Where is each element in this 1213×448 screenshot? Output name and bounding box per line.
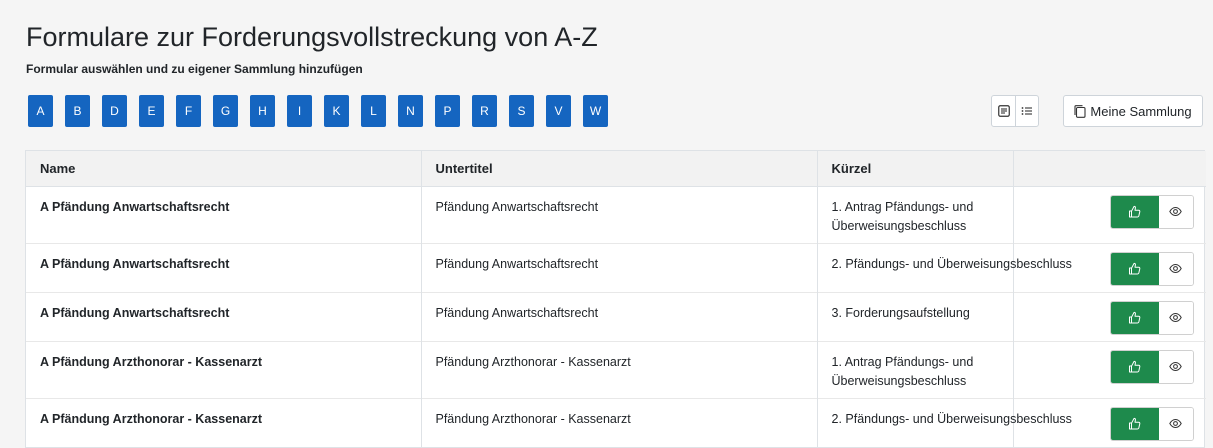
add-to-collection-button[interactable] — [1110, 301, 1159, 334]
eye-icon — [1169, 418, 1182, 429]
row-action-group — [1109, 300, 1194, 335]
page-subtitle: Formular auswählen und zu eigener Sammlu… — [26, 62, 363, 76]
table-row: A Pfändung Arzthonorar - Kassenarzt Pfän… — [26, 397, 1206, 447]
kuerzel-line: Überweisungsbeschluss — [831, 218, 967, 233]
cell-kuerzel: 1. Antrag Pfändungs- und Überweisungsbes… — [817, 185, 1014, 243]
add-to-collection-button[interactable] — [1110, 252, 1159, 285]
eye-icon — [1169, 263, 1182, 274]
column-header-kuerzel: Kürzel — [817, 151, 1014, 187]
page: Formulare zur Forderungsvollstreckung vo… — [8, 0, 1213, 448]
row-action-group — [1109, 406, 1194, 441]
kuerzel-line: 1. Antrag Pfändungs- und — [831, 354, 974, 369]
kuerzel-line: 1. Antrag Pfändungs- und — [831, 199, 974, 214]
column-header-untertitel: Untertitel — [421, 151, 818, 187]
letter-button-n[interactable]: N — [398, 95, 423, 127]
letter-button-e[interactable]: E — [139, 95, 164, 127]
letter-button-w[interactable]: W — [583, 95, 608, 127]
cell-kuerzel: 1. Antrag Pfändungs- und Überweisungsbes… — [817, 340, 1014, 398]
preview-button[interactable] — [1158, 407, 1193, 440]
thumbs-up-icon — [1129, 360, 1141, 373]
letter-button-a[interactable]: A — [28, 95, 53, 127]
letter-button-l[interactable]: L — [361, 95, 386, 127]
letter-button-v[interactable]: V — [546, 95, 571, 127]
alphabet-filter: A B D E F G H I K L N P R S V W — [28, 95, 620, 127]
eye-icon — [1169, 206, 1182, 217]
cell-subtitle: Pfändung Anwartschaftsrecht — [421, 242, 818, 292]
thumbs-up-icon — [1129, 205, 1141, 218]
kuerzel-line: 2. Pfändungs- und Überweisungsbeschluss — [831, 411, 1072, 426]
add-to-collection-button[interactable] — [1110, 195, 1159, 228]
cell-actions — [1013, 291, 1206, 341]
preview-button[interactable] — [1158, 350, 1193, 383]
letter-button-p[interactable]: P — [435, 95, 460, 127]
cell-name: A Pfändung Arzthonorar - Kassenarzt — [26, 340, 422, 398]
cell-actions — [1013, 340, 1206, 398]
letter-button-g[interactable]: G — [213, 95, 238, 127]
card-view-button[interactable] — [992, 96, 1015, 126]
forms-table: Name Untertitel Kürzel A Pfändung Anwart… — [25, 150, 1206, 448]
page-title: Formulare zur Forderungsvollstreckung vo… — [26, 22, 598, 52]
copy-icon — [1074, 104, 1086, 118]
cell-kuerzel: 2. Pfändungs- und Überweisungsbeschluss — [817, 242, 1072, 292]
table-row: A Pfändung Anwartschaftsrecht Pfändung A… — [26, 242, 1206, 292]
preview-button[interactable] — [1158, 301, 1193, 334]
preview-button[interactable] — [1158, 195, 1193, 228]
my-collection-label: Meine Sammlung — [1090, 103, 1192, 119]
kuerzel-line: 2. Pfändungs- und Überweisungsbeschluss — [831, 256, 1072, 271]
cell-kuerzel: 2. Pfändungs- und Überweisungsbeschluss — [817, 397, 1072, 447]
add-to-collection-button[interactable] — [1110, 407, 1159, 440]
cell-actions — [1013, 185, 1206, 243]
table-header-row: Name Untertitel Kürzel — [26, 151, 1206, 187]
letter-button-h[interactable]: H — [250, 95, 275, 127]
row-action-group — [1109, 194, 1194, 229]
cell-subtitle: Pfändung Arzthonorar - Kassenarzt — [421, 397, 818, 447]
thumbs-up-icon — [1129, 417, 1141, 430]
eye-icon — [1169, 312, 1182, 323]
view-toggle-group — [991, 95, 1039, 127]
eye-icon — [1169, 361, 1182, 372]
column-header-name: Name — [26, 151, 422, 187]
add-to-collection-button[interactable] — [1110, 350, 1159, 383]
card-view-icon — [997, 105, 1010, 117]
list-view-button[interactable] — [1015, 96, 1038, 126]
table-row: A Pfändung Anwartschaftsrecht Pfändung A… — [26, 291, 1206, 341]
letter-button-b[interactable]: B — [65, 95, 90, 127]
column-header-actions — [1013, 151, 1206, 187]
cell-subtitle: Pfändung Arzthonorar - Kassenarzt — [421, 340, 818, 398]
cell-subtitle: Pfändung Anwartschaftsrecht — [421, 291, 818, 341]
preview-button[interactable] — [1158, 252, 1193, 285]
letter-button-f[interactable]: F — [176, 95, 201, 127]
thumbs-up-icon — [1129, 262, 1141, 275]
letter-button-s[interactable]: S — [509, 95, 534, 127]
row-action-group — [1109, 251, 1194, 286]
kuerzel-line: Überweisungsbeschluss — [831, 373, 967, 388]
letter-button-r[interactable]: R — [472, 95, 497, 127]
cell-name: A Pfändung Arzthonorar - Kassenarzt — [26, 397, 422, 447]
row-action-group — [1109, 349, 1194, 384]
letter-button-k[interactable]: K — [324, 95, 349, 127]
cell-name: A Pfändung Anwartschaftsrecht — [26, 291, 422, 341]
cell-name: A Pfändung Anwartschaftsrecht — [26, 242, 422, 292]
letter-button-d[interactable]: D — [102, 95, 127, 127]
table-row: A Pfändung Arzthonorar - Kassenarzt Pfän… — [26, 340, 1206, 398]
cell-subtitle: Pfändung Anwartschaftsrecht — [421, 185, 818, 243]
cell-kuerzel: 3. Forderungsaufstellung — [817, 291, 1014, 341]
cell-name: A Pfändung Anwartschaftsrecht — [26, 185, 422, 243]
thumbs-up-icon — [1129, 311, 1141, 324]
letter-button-i[interactable]: I — [287, 95, 312, 127]
table-row: A Pfändung Anwartschaftsrecht Pfändung A… — [26, 185, 1206, 243]
my-collection-button[interactable]: Meine Sammlung — [1063, 95, 1203, 127]
kuerzel-line: 3. Forderungsaufstellung — [831, 305, 970, 320]
list-view-icon — [1021, 107, 1032, 115]
